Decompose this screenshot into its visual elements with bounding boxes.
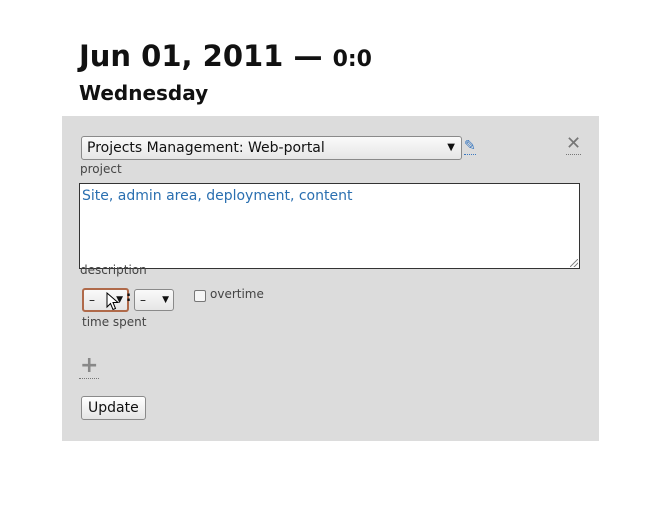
project-select-value: Projects Management: Web-portal	[87, 140, 325, 156]
time-separator: :	[126, 290, 132, 305]
hours-select-value: –	[89, 293, 95, 307]
weekday-heading: Wednesday	[79, 81, 209, 105]
description-label: description	[80, 263, 147, 277]
minutes-select[interactable]: – ▼	[134, 289, 174, 311]
plus-icon[interactable]: +	[79, 354, 100, 379]
close-icon[interactable]: ✕	[566, 134, 582, 155]
project-select[interactable]: Projects Management: Web-portal ▼	[81, 136, 462, 160]
overtime-checkbox[interactable]	[194, 290, 206, 302]
date-text: Jun 01, 2011 —	[79, 39, 323, 73]
update-button[interactable]: Update	[81, 396, 146, 420]
page-title: Jun 01, 2011 — 0:0	[79, 38, 372, 78]
description-text: Site, admin area, deployment, content	[82, 188, 353, 204]
description-textarea[interactable]: Site, admin area, deployment, content	[79, 183, 580, 269]
project-label: project	[80, 162, 122, 176]
entry-form-panel: Projects Management: Web-portal ▼ ✎ ✕ pr…	[62, 116, 599, 441]
dropdown-arrow-icon: ▼	[447, 142, 455, 153]
overtime-label: overtime	[210, 287, 264, 301]
resize-grip-icon[interactable]	[570, 259, 578, 267]
mouse-cursor-icon	[106, 292, 120, 311]
time-spent-label: time spent	[82, 315, 147, 329]
dropdown-arrow-icon: ▼	[162, 295, 169, 305]
pencil-icon[interactable]: ✎	[464, 138, 476, 155]
minutes-select-value: –	[140, 293, 146, 307]
time-text: 0:0	[332, 47, 372, 72]
